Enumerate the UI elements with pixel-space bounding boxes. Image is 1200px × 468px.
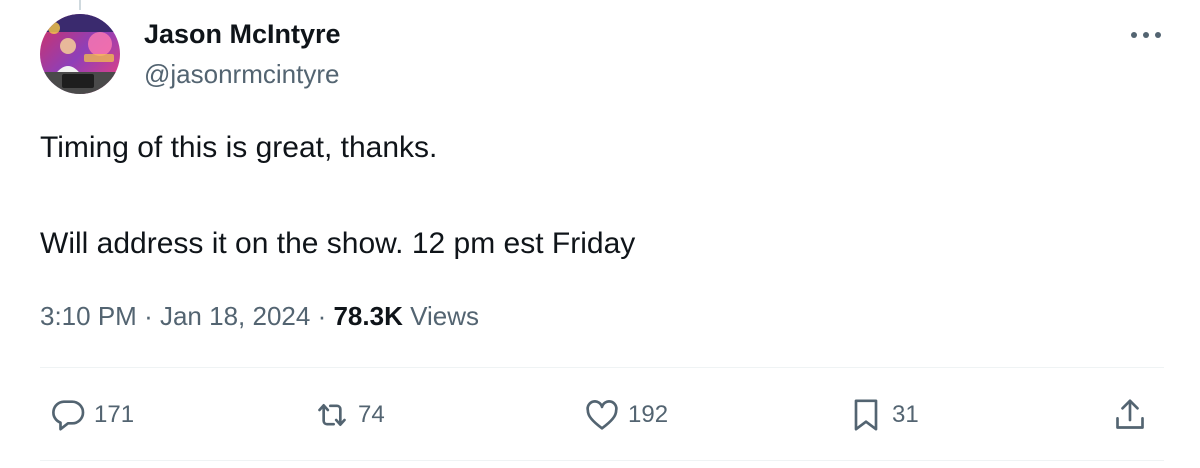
tweet-text: Timing of this is great, thanks. Will ad… <box>40 124 1160 268</box>
share-button[interactable] <box>1110 393 1150 437</box>
like-button[interactable]: 192 <box>582 393 668 437</box>
avatar-image <box>40 14 120 94</box>
tweet-date[interactable]: Jan 18, 2024 <box>160 301 310 331</box>
reply-button[interactable]: 171 <box>48 393 134 437</box>
tweet-meta: 3:10 PM · Jan 18, 2024 · 78.3K Views <box>40 296 479 336</box>
more-options-button[interactable] <box>1124 18 1168 52</box>
reply-count: 171 <box>94 401 135 428</box>
repost-icon <box>312 395 352 435</box>
repost-count: 74 <box>358 401 385 428</box>
author-name[interactable]: Jason McIntyre <box>144 16 341 52</box>
divider <box>40 460 1164 461</box>
bookmark-button[interactable]: 31 <box>846 393 919 437</box>
more-horizontal-icon <box>1131 32 1161 38</box>
views-count: 78.3K <box>333 301 403 331</box>
divider <box>40 367 1164 368</box>
author-handle[interactable]: @jasonrmcintyre <box>144 57 339 91</box>
bookmark-icon <box>846 395 886 435</box>
like-count: 192 <box>628 401 669 428</box>
bookmark-count: 31 <box>892 401 919 428</box>
avatar[interactable] <box>40 14 120 94</box>
views-label: Views <box>410 301 479 331</box>
meta-separator: · <box>144 301 153 331</box>
share-icon <box>1110 395 1150 435</box>
thread-connector-line <box>79 0 81 10</box>
reply-bubble-icon <box>48 395 88 435</box>
heart-icon <box>582 395 622 435</box>
tweet-paragraph: Will address it on the show. 12 pm est F… <box>40 227 636 260</box>
tweet-paragraph: Timing of this is great, thanks. <box>40 131 438 164</box>
tweet-time[interactable]: 3:10 PM <box>40 301 137 331</box>
repost-button[interactable]: 74 <box>312 393 385 437</box>
meta-separator: · <box>317 301 327 331</box>
